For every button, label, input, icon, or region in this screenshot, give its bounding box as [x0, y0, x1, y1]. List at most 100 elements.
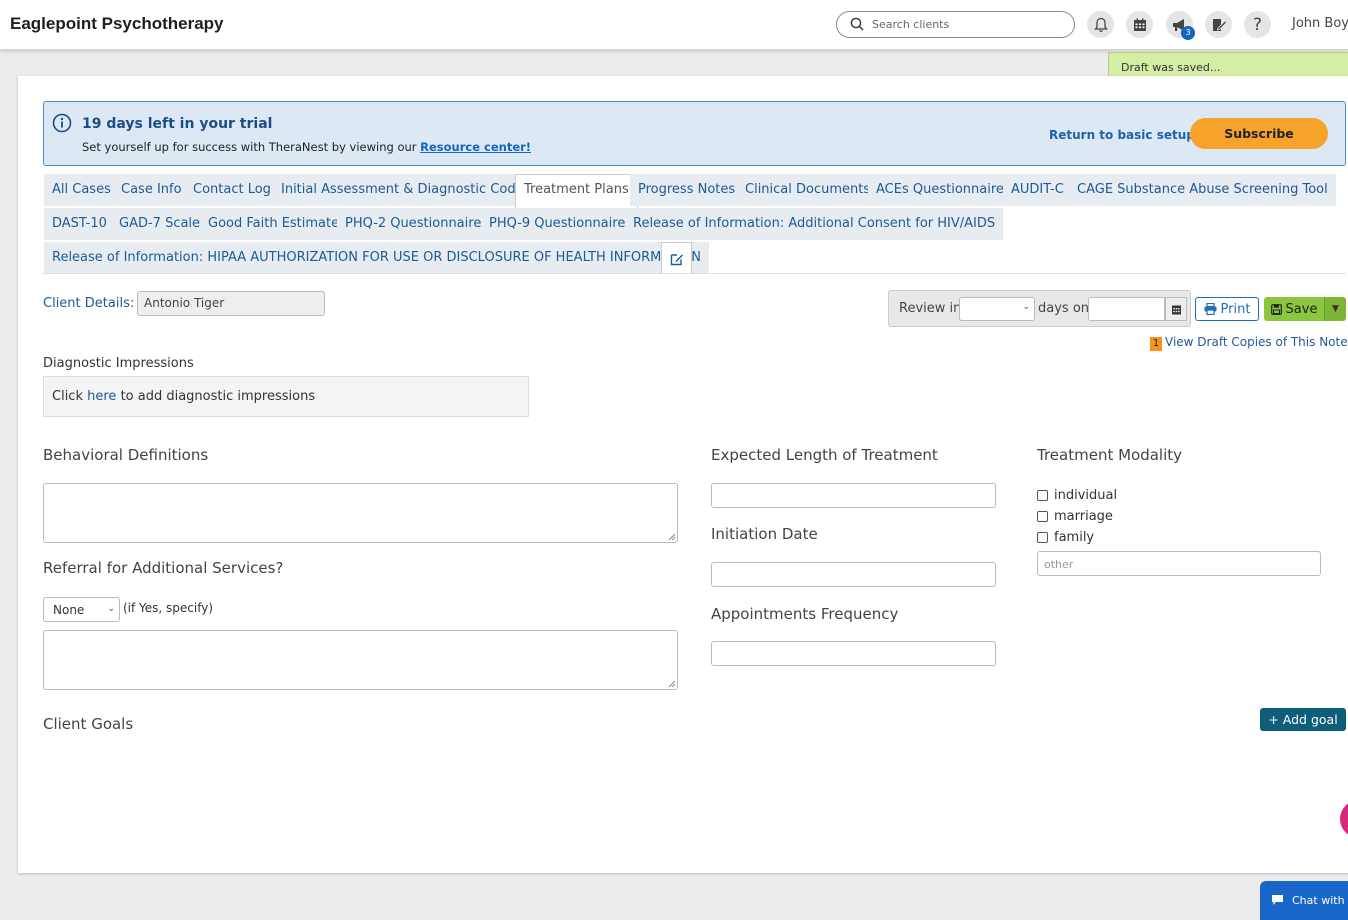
- review-date-input[interactable]: [1088, 297, 1165, 321]
- diagnostic-pre-text: Click: [52, 389, 83, 404]
- date-picker-button[interactable]: [1165, 297, 1187, 321]
- client-name-field: Antonio Tiger: [137, 291, 325, 316]
- edit-tabs-button[interactable]: [661, 242, 692, 274]
- print-button[interactable]: Print: [1195, 297, 1259, 321]
- initiation-date-heading: Initiation Date: [711, 525, 818, 543]
- referral-hint: (if Yes, specify): [123, 601, 214, 615]
- diagnostic-post-text: to add diagnostic impressions: [120, 389, 316, 404]
- tab-contact-log[interactable]: Contact Log: [185, 174, 279, 206]
- modality-marriage-label: marriage: [1054, 509, 1113, 524]
- expected-length-input[interactable]: [711, 483, 996, 508]
- floppy-icon: [1270, 303, 1282, 315]
- tab-phq-9[interactable]: PHQ-9 Questionnaire: [481, 208, 634, 240]
- top-bar: Eaglepoint Psychotherapy Search clients …: [0, 0, 1348, 50]
- edit-icon: [670, 253, 683, 265]
- referral-select[interactable]: None ⌄: [43, 597, 120, 622]
- behavioral-definitions-heading: Behavioral Definitions: [43, 446, 209, 464]
- review-reminder: Review in ⌄ days on: [888, 290, 1191, 327]
- behavioral-definitions-textarea[interactable]: [43, 483, 678, 543]
- add-goal-button[interactable]: + Add goal: [1260, 708, 1346, 731]
- checkbox-icon: [1037, 490, 1048, 501]
- tab-initial-assessment[interactable]: Initial Assessment & Diagnostic Codes: [273, 174, 539, 206]
- info-icon: [52, 113, 72, 133]
- review-in-label: Review in: [899, 301, 962, 316]
- tab-good-faith-estimate[interactable]: Good Faith Estimate: [200, 208, 348, 240]
- printer-icon: [1204, 303, 1217, 315]
- add-diagnostic-link[interactable]: here: [87, 389, 116, 404]
- help-button[interactable]: ?: [1244, 11, 1271, 38]
- resource-center-link[interactable]: Resource center!: [420, 140, 531, 154]
- referral-textarea[interactable]: [43, 630, 678, 690]
- treatment-modality-heading: Treatment Modality: [1037, 446, 1183, 464]
- tab-all-cases[interactable]: All Cases: [44, 174, 119, 206]
- tab-dast-10[interactable]: DAST-10: [44, 208, 115, 240]
- question-icon: ?: [1252, 14, 1263, 35]
- app-title[interactable]: Eaglepoint Psychotherapy: [10, 14, 224, 34]
- tab-cage[interactable]: CAGE Substance Abuse Screening Tool: [1069, 174, 1336, 206]
- tab-gad-7[interactable]: GAD-7 Scale: [111, 208, 209, 240]
- modality-family-checkbox[interactable]: family: [1037, 530, 1094, 545]
- modality-other-placeholder: other: [1044, 558, 1074, 571]
- print-label: Print: [1220, 301, 1251, 317]
- signature-icon: [1212, 18, 1227, 31]
- referral-select-value: None: [53, 603, 85, 617]
- resize-grip-icon: [668, 533, 676, 541]
- chevron-down-icon: ⌄: [1022, 302, 1030, 312]
- tab-aces-questionnaire[interactable]: ACEs Questionnaire: [868, 174, 1012, 206]
- modality-individual-checkbox[interactable]: individual: [1037, 488, 1117, 503]
- trial-banner: 19 days left in your trial Set yourself …: [43, 101, 1346, 166]
- save-label: Save: [1285, 301, 1318, 317]
- tab-clinical-documents[interactable]: Clinical Documents: [737, 174, 879, 206]
- tab-progress-notes[interactable]: Progress Notes: [630, 174, 744, 206]
- modality-marriage-checkbox[interactable]: marriage: [1037, 509, 1113, 524]
- review-days-select[interactable]: ⌄: [959, 297, 1035, 321]
- appointments-frequency-heading: Appointments Frequency: [711, 605, 899, 623]
- subscribe-button[interactable]: Subscribe: [1190, 118, 1328, 149]
- notification-count-badge: 3: [1181, 26, 1195, 40]
- chat-label: Chat with an expert: [1292, 894, 1348, 907]
- modality-other-input[interactable]: other: [1037, 551, 1321, 576]
- chevron-down-icon: ⌄: [107, 604, 115, 614]
- checkbox-icon: [1037, 511, 1048, 522]
- modality-family-label: family: [1054, 530, 1095, 545]
- referral-heading: Referral for Additional Services?: [43, 559, 284, 577]
- expected-length-heading: Expected Length of Treatment: [711, 446, 938, 464]
- user-menu[interactable]: John Boy: [1292, 16, 1348, 31]
- notifications-button[interactable]: [1087, 11, 1114, 38]
- tab-case-info[interactable]: Case Info: [113, 174, 190, 206]
- trial-subtitle-text: Set yourself up for success with TheraNe…: [82, 140, 417, 154]
- chat-button[interactable]: Chat with an expert: [1260, 881, 1348, 920]
- tab-roi-hipaa[interactable]: Release of Information: HIPAA AUTHORIZAT…: [44, 242, 710, 274]
- save-button[interactable]: Save: [1264, 297, 1324, 321]
- draft-copies-label: View Draft Copies of This Note: [1165, 335, 1348, 349]
- tab-treatment-plans[interactable]: Treatment Plans: [515, 174, 638, 208]
- modality-individual-label: individual: [1054, 488, 1118, 503]
- tab-divider: [43, 273, 1346, 274]
- view-draft-copies-link[interactable]: 1View Draft Copies of This Note ▼: [1150, 335, 1348, 351]
- calendar-icon: [1133, 18, 1146, 31]
- client-goals-heading: Client Goals: [43, 715, 134, 733]
- trial-title: 19 days left in your trial: [82, 116, 273, 132]
- search-placeholder: Search clients: [872, 18, 950, 31]
- search-icon: [850, 17, 864, 31]
- search-input[interactable]: Search clients: [836, 11, 1075, 38]
- calendar-button[interactable]: [1126, 11, 1153, 38]
- tab-phq-2[interactable]: PHQ-2 Questionnaire: [337, 208, 490, 240]
- return-to-basic-setup-link[interactable]: Return to basic setup: [1049, 128, 1195, 142]
- diagnostic-impressions-box: Click here to add diagnostic impressions: [43, 376, 529, 417]
- trial-subtitle: Set yourself up for success with TheraNe…: [82, 140, 531, 154]
- tab-audit-c[interactable]: AUDIT-C: [1003, 174, 1072, 206]
- diagnostic-impressions-heading: Diagnostic Impressions: [43, 356, 194, 371]
- appointments-frequency-input[interactable]: [711, 641, 996, 666]
- save-options-dropdown[interactable]: ▼: [1324, 297, 1346, 321]
- chat-bubble-icon: [1272, 895, 1283, 905]
- bell-icon: [1093, 17, 1108, 32]
- initiation-date-input[interactable]: [711, 562, 996, 587]
- days-on-label: days on: [1038, 301, 1090, 316]
- calendar-icon: [1171, 305, 1181, 314]
- resize-grip-icon: [668, 680, 676, 688]
- checkbox-icon: [1037, 532, 1048, 543]
- client-details-label: Client Details:: [43, 296, 135, 311]
- tab-roi-hiv-aids[interactable]: Release of Information: Additional Conse…: [625, 208, 1004, 240]
- sign-documents-button[interactable]: [1205, 11, 1232, 38]
